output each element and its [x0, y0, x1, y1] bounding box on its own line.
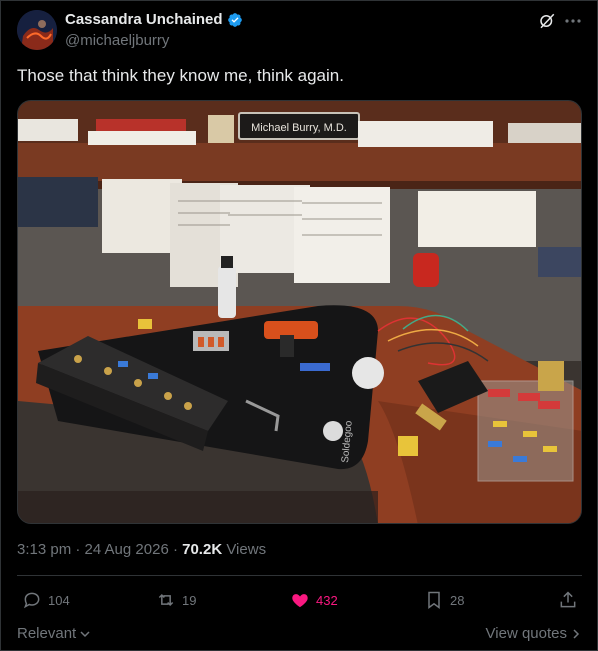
bookmark-count: 28 [450, 592, 465, 608]
view-quotes-link[interactable]: View quotes [486, 625, 581, 642]
relevant-sort[interactable]: Relevant [17, 625, 91, 642]
like-button[interactable]: 432 [290, 590, 338, 610]
bookmark-button[interactable]: 28 [424, 590, 464, 610]
more-options-icon[interactable] [564, 10, 582, 32]
post-meta: 3:13 pm · 24 Aug 2026 · 70.2K Views [17, 541, 266, 558]
share-icon [560, 591, 576, 608]
ellipsis-icon [565, 19, 581, 23]
view-quotes-label: View quotes [485, 625, 567, 642]
chevron-right-icon [573, 628, 580, 639]
repost-icon [158, 593, 174, 607]
nameplate-text: Michael Burry, M.D. [251, 122, 347, 134]
relevant-label: Relevant [17, 625, 77, 642]
views-count: 70.2K [182, 541, 223, 558]
post-timestamp[interactable]: 3:13 pm · 24 Aug 2026 · [17, 541, 178, 558]
divider [17, 575, 582, 576]
post-image[interactable]: Michael Burry, M.D. Soldegoo [17, 100, 582, 524]
grok-icon[interactable] [536, 10, 558, 32]
chevron-down-icon [80, 630, 90, 637]
verified-badge-icon [227, 12, 242, 27]
post-text: Those that think they know me, think aga… [17, 66, 344, 85]
avatar[interactable] [17, 10, 57, 50]
reply-count: 104 [48, 592, 70, 608]
views-label: Views [226, 541, 267, 558]
share-button[interactable] [558, 590, 578, 610]
like-count: 432 [316, 592, 338, 608]
desk-photo: Michael Burry, M.D. Soldegoo [18, 101, 581, 523]
reply-button[interactable]: 104 [22, 590, 70, 610]
avatar-image [17, 10, 57, 50]
author-name[interactable]: Cassandra Unchained [65, 11, 243, 28]
bookmark-icon [428, 591, 440, 609]
author-handle[interactable]: @michaeljburry [65, 32, 169, 49]
grok-icon-svg [540, 13, 555, 29]
heart-icon [292, 594, 308, 608]
reply-icon [23, 592, 40, 609]
author-display-name[interactable]: Cassandra Unchained [65, 11, 223, 28]
repost-button[interactable]: 19 [156, 590, 196, 610]
repost-count: 19 [182, 592, 197, 608]
